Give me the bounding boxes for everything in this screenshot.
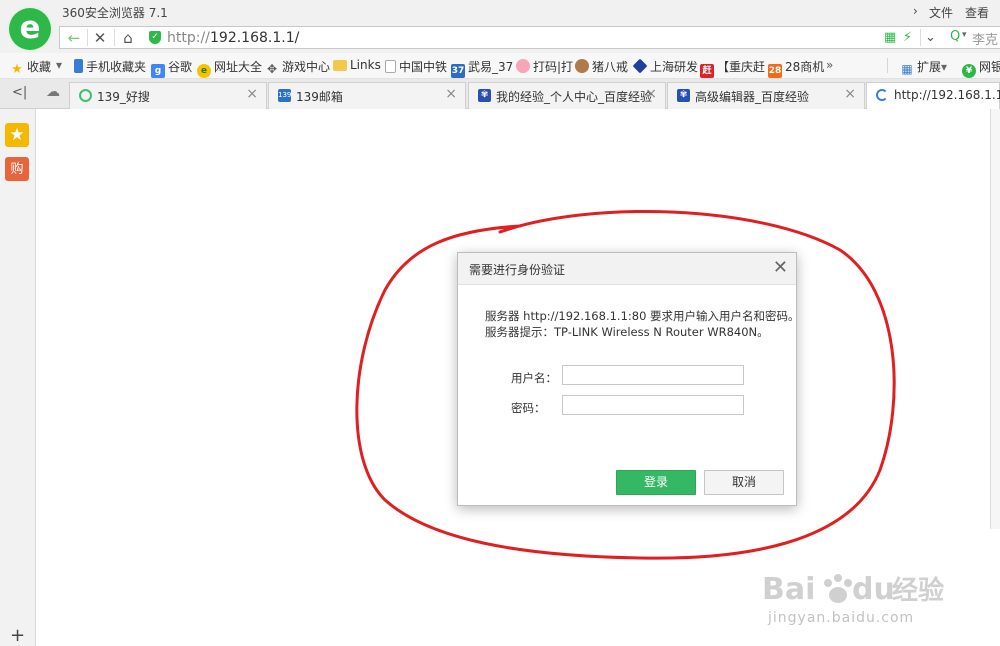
search-icon[interactable]: Q	[950, 29, 960, 44]
bookmarks-more[interactable]: »	[826, 58, 833, 72]
page-icon	[385, 60, 396, 73]
google-icon: g	[151, 64, 165, 78]
tab-router-active[interactable]: http://192.168.1.1/	[866, 82, 1000, 109]
game-icon: 37	[451, 64, 465, 78]
diamond-icon	[632, 58, 648, 74]
phone-icon	[74, 59, 83, 73]
bookmark-links[interactable]: Links	[333, 58, 381, 72]
address-box: ← ✕ ⌂ ✓ http:// 192.168.1.1/ ▦ ⚡ ⌄	[59, 26, 1000, 49]
title-bar: 360安全浏览器 7.1 › 文件 查看	[0, 0, 1000, 24]
close-icon[interactable]: ×	[645, 86, 657, 102]
divider	[114, 29, 115, 46]
svg-text:du: du	[852, 572, 895, 607]
bookmark-mobile[interactable]: 手机收藏夹	[74, 58, 146, 75]
tab-baidu-editor[interactable]: ✾ 高级编辑器_百度经验 ×	[667, 82, 865, 109]
bookmarks-bar: ★ 收藏 ▾ 手机收藏夹 g 谷歌 e 网址大全 ✥ 游戏中心 Links 中国中铁 3…	[0, 53, 1000, 79]
bookmark-wuyi[interactable]: 37 武易_37	[451, 58, 513, 78]
bookmark-game-center[interactable]: ✥ 游戏中心	[265, 58, 330, 76]
tab-bar: <| ☁ 139_好搜 × 139 139邮箱 × ✾ 我的经验_个人中心_百度…	[0, 79, 1000, 109]
baidu-paw-icon: ✾	[478, 89, 491, 102]
qr-code-icon[interactable]: ▦	[884, 29, 896, 47]
orange-icon: 28	[768, 64, 782, 78]
close-icon[interactable]: ✕	[773, 257, 788, 278]
chevron-down-icon: ▾	[941, 60, 948, 74]
left-sidebar: ★ 购 +	[0, 109, 36, 646]
search-engine-dropdown-icon[interactable]: ▾	[962, 30, 967, 40]
monkey-icon	[575, 59, 589, 73]
stop-icon[interactable]: ✕	[89, 28, 111, 48]
bookmark-28shangji[interactable]: 28 28商机	[768, 58, 824, 78]
security-shield-icon[interactable]: ✓	[149, 31, 161, 44]
right-side-panel	[990, 109, 1000, 529]
shield-icon: ¥	[962, 64, 976, 78]
menu-view[interactable]: 查看	[965, 4, 989, 21]
password-field[interactable]	[562, 395, 744, 415]
baidu-paw-icon: ✾	[677, 89, 690, 102]
back-arrow-icon[interactable]: ←	[63, 28, 85, 48]
username-label: 用户名：	[511, 371, 557, 385]
divider	[920, 29, 921, 46]
cloud-icon[interactable]: ☁	[46, 84, 60, 100]
folder-icon	[333, 60, 347, 71]
app-title: 360安全浏览器 7.1	[62, 6, 168, 20]
divider	[87, 29, 88, 46]
dialog-header: 需要进行身份验证 ✕	[458, 253, 796, 285]
close-icon[interactable]: ×	[445, 86, 457, 102]
net-bank-button[interactable]: ¥ 网银	[962, 58, 1000, 78]
globe-icon: e	[197, 64, 211, 78]
dialog-server-hint: 服务器提示：TP-LINK Wireless N Router WR840N。	[485, 325, 769, 339]
baidu-watermark: Bai du 经验 jingyan.baidu.com	[760, 565, 955, 631]
chevron-down-icon[interactable]: ⌄	[925, 29, 936, 47]
bookmark-url-directory[interactable]: e 网址大全	[197, 58, 262, 78]
close-icon[interactable]: ×	[844, 86, 856, 102]
menu-file[interactable]: 文件	[929, 4, 953, 21]
grid-icon: ▦	[901, 62, 913, 76]
home-icon[interactable]: ⌂	[117, 28, 139, 48]
divider	[887, 58, 888, 73]
dialog-message: 服务器 http://192.168.1.1:80 要求用户输入用户名和密码。	[485, 309, 800, 323]
mail-139-icon: 139	[278, 89, 291, 102]
close-icon[interactable]: ×	[246, 86, 258, 102]
bookmark-dama[interactable]: 打码|打	[516, 58, 573, 75]
watermark-url: jingyan.baidu.com	[768, 610, 915, 626]
url-protocol[interactable]: http://	[167, 30, 210, 46]
navigation-bar: ← ✕ ⌂ ✓ http:// 192.168.1.1/ ▦ ⚡ ⌄ Q ▾ 李…	[0, 24, 1000, 53]
shopping-bag-icon[interactable]: 购	[5, 157, 29, 181]
bookmark-zbj[interactable]: 猪八戒	[575, 58, 628, 75]
dialog-title: 需要进行身份验证	[469, 263, 566, 277]
search-input[interactable]: 李克	[972, 29, 998, 48]
pig-icon	[516, 59, 530, 73]
bookmark-crec[interactable]: 中国中铁	[385, 58, 447, 75]
auth-dialog: 需要进行身份验证 ✕ 服务器 http://192.168.1.1:80 要求用…	[457, 252, 800, 506]
chevron-down-icon[interactable]: ▾	[56, 58, 62, 72]
bookmark-google[interactable]: g 谷歌	[151, 58, 192, 78]
url-host[interactable]: 192.168.1.1/	[210, 30, 299, 46]
password-label: 密码：	[511, 401, 546, 415]
tab-139mail[interactable]: 139 139邮箱 ×	[268, 82, 466, 109]
search-q-icon	[79, 89, 92, 102]
extensions-button[interactable]: ▦ 扩展▾	[900, 58, 947, 76]
username-field[interactable]	[562, 365, 744, 385]
tab-baidu-experience[interactable]: ✾ 我的经验_个人中心_百度经验 ×	[468, 82, 666, 109]
tab-haosou[interactable]: 139_好搜 ×	[69, 82, 267, 109]
svg-text:Bai: Bai	[762, 572, 815, 607]
collapse-sidebar-icon[interactable]: <|	[12, 85, 27, 100]
red-box-icon: 赶	[700, 64, 714, 78]
star-icon: ★	[11, 62, 23, 77]
bookmark-shanghai[interactable]: 上海研发	[632, 58, 698, 75]
browser-logo-icon: e	[9, 8, 51, 50]
gamepad-icon: ✥	[266, 62, 278, 76]
baidu-logo-icon: Bai du 经验	[762, 572, 944, 607]
bookmark-chongqing[interactable]: 赶【重庆赶	[700, 58, 765, 78]
favorites-star-icon[interactable]: ★	[5, 123, 29, 147]
lightning-icon[interactable]: ⚡	[903, 29, 912, 47]
loading-spinner-icon	[876, 89, 888, 101]
bookmark-favorites[interactable]: ★ 收藏	[10, 58, 51, 77]
login-button[interactable]: 登录	[616, 470, 696, 495]
svg-text:经验: 经验	[892, 575, 944, 606]
cancel-button[interactable]: 取消	[704, 470, 784, 495]
add-panel-button[interactable]: +	[10, 625, 25, 646]
chevron-right-icon[interactable]: ›	[913, 4, 918, 18]
